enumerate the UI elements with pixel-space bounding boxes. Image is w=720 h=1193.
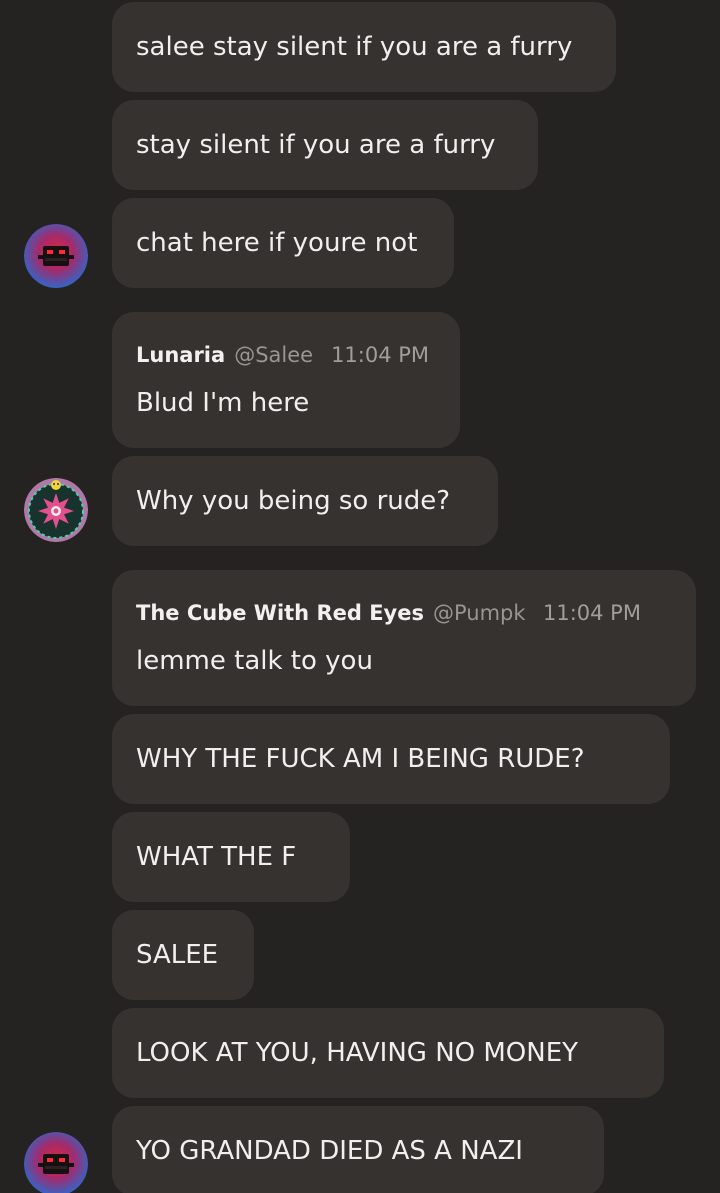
message-text: stay silent if you are a furry xyxy=(136,130,496,160)
red-eyed-cube-avatar[interactable] xyxy=(24,1132,88,1193)
message-text: YO GRANDAD DIED AS A NAZI xyxy=(136,1136,523,1166)
message-bubble[interactable]: stay silent if you are a furry xyxy=(112,100,538,190)
message-text: salee stay silent if you are a furry xyxy=(136,32,573,62)
reply-author-handle[interactable]: @Pumpk xyxy=(433,600,525,626)
message-text: WHY THE FUCK AM I BEING RUDE? xyxy=(136,744,585,774)
reply-author-handle[interactable]: @Salee xyxy=(234,342,313,368)
reply-message-bubble[interactable]: The Cube With Red Eyes @Pumpk 11:04 PM l… xyxy=(112,570,696,706)
reply-author-name[interactable]: Lunaria xyxy=(136,342,225,368)
reply-message-bubble[interactable]: Lunaria @Salee 11:04 PM Blud I'm here xyxy=(112,312,460,448)
message-bubble[interactable]: YO GRANDAD DIED AS A NAZI xyxy=(112,1106,604,1193)
reply-timestamp: 11:04 PM xyxy=(331,343,430,367)
message-text: LOOK AT YOU, HAVING NO MONEY xyxy=(136,1038,579,1068)
reply-header: The Cube With Red Eyes @Pumpk 11:04 PM xyxy=(136,600,672,626)
message-text: Blud I'm here xyxy=(136,388,310,418)
message-text: Why you being so rude? xyxy=(136,486,451,516)
red-eyed-cube-avatar[interactable] xyxy=(24,224,88,288)
reply-author-name[interactable]: The Cube With Red Eyes xyxy=(136,600,424,626)
reply-header: Lunaria @Salee 11:04 PM xyxy=(136,342,436,368)
message-text: chat here if youre not xyxy=(136,228,418,258)
message-text: SALEE xyxy=(136,940,219,970)
message-bubble[interactable]: WHY THE FUCK AM I BEING RUDE? xyxy=(112,714,670,804)
mandala-avatar[interactable] xyxy=(24,478,88,542)
message-bubble[interactable]: Why you being so rude? xyxy=(112,456,498,546)
message-bubble[interactable]: salee stay silent if you are a furry xyxy=(112,2,616,92)
chat-message-list[interactable]: salee stay silent if you are a furry sta… xyxy=(0,0,720,1193)
reply-timestamp: 11:04 PM xyxy=(542,601,641,625)
message-bubble[interactable]: chat here if youre not xyxy=(112,198,454,288)
message-text: WHAT THE F xyxy=(136,842,297,872)
message-text: lemme talk to you xyxy=(136,646,373,676)
message-bubble[interactable]: WHAT THE F xyxy=(112,812,350,902)
message-bubble[interactable]: LOOK AT YOU, HAVING NO MONEY xyxy=(112,1008,664,1098)
message-bubble[interactable]: SALEE xyxy=(112,910,254,1000)
